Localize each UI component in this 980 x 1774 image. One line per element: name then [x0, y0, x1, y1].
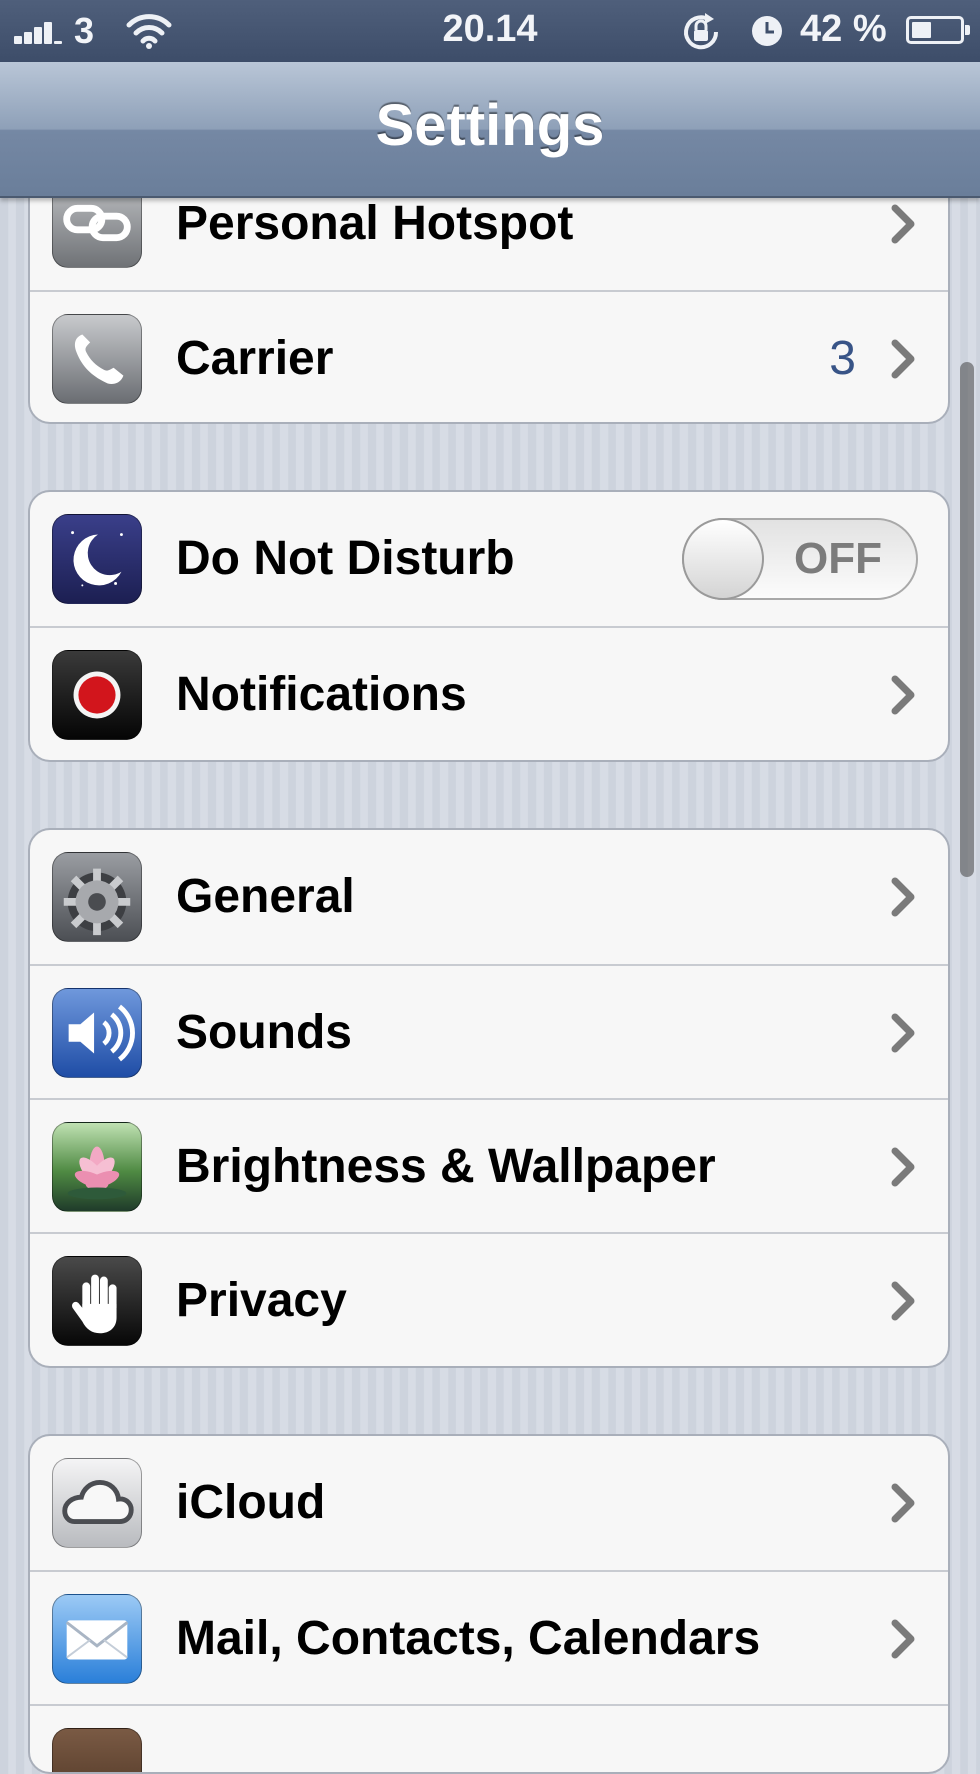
row-label-brightness-wallpaper: Brightness & Wallpaper	[176, 1140, 716, 1193]
row-general[interactable]: General	[30, 830, 948, 964]
gear-icon	[52, 852, 142, 942]
row-notifications[interactable]: Notifications	[30, 626, 948, 760]
notifications-icon	[52, 650, 142, 740]
settings-group-accounts: iCloud Mail, Contacts, Calendars	[28, 1434, 950, 1774]
flower-icon	[52, 1122, 142, 1212]
scroll-indicator[interactable]	[960, 362, 974, 877]
row-do-not-disturb: Do Not Disturb OFF	[30, 492, 948, 626]
row-sounds[interactable]: Sounds	[30, 964, 948, 1098]
row-label-carrier: Carrier	[176, 332, 334, 385]
settings-group-alerts: Do Not Disturb OFF Notifications	[28, 490, 950, 762]
row-label-do-not-disturb: Do Not Disturb	[176, 532, 515, 585]
battery-percentage: 42 %	[800, 8, 887, 50]
mail-icon	[52, 1594, 142, 1684]
battery-icon	[906, 16, 970, 44]
row-brightness-wallpaper[interactable]: Brightness & Wallpaper	[30, 1098, 948, 1232]
rotation-lock-icon	[684, 13, 719, 50]
chevron-right-icon	[891, 877, 915, 917]
moon-icon	[52, 514, 142, 604]
toggle-knob	[682, 518, 764, 600]
navigation-bar: Settings	[0, 62, 980, 198]
row-label-notifications: Notifications	[176, 668, 467, 721]
speaker-icon	[52, 988, 142, 1078]
chevron-right-icon	[891, 1619, 915, 1659]
status-bar: 3 20.14 42 %	[0, 0, 980, 62]
row-label-icloud: iCloud	[176, 1476, 326, 1529]
chevron-right-icon	[891, 1013, 915, 1053]
toggle-state-label: OFF	[794, 534, 882, 583]
battery-level-fill	[912, 22, 932, 38]
alarm-clock-icon	[752, 16, 782, 46]
do-not-disturb-toggle[interactable]: OFF	[682, 518, 918, 600]
row-label-general: General	[176, 870, 355, 923]
row-carrier[interactable]: Carrier 3	[30, 290, 948, 422]
chevron-right-icon	[891, 339, 915, 379]
page-title: Settings	[375, 93, 605, 158]
chevron-right-icon	[891, 204, 915, 244]
row-privacy[interactable]: Privacy	[30, 1232, 948, 1366]
app-icon-partial	[52, 1728, 142, 1772]
row-mail-contacts-calendars[interactable]: Mail, Contacts, Calendars	[30, 1570, 948, 1704]
hand-icon	[52, 1256, 142, 1346]
row-partial-next[interactable]	[30, 1704, 948, 1772]
row-value-carrier: 3	[829, 332, 856, 385]
row-label-mail-contacts-calendars: Mail, Contacts, Calendars	[176, 1612, 761, 1665]
cloud-icon	[52, 1458, 142, 1548]
chevron-right-icon	[891, 675, 915, 715]
row-label-privacy: Privacy	[176, 1274, 347, 1327]
chevron-right-icon	[891, 1147, 915, 1187]
row-icloud[interactable]: iCloud	[30, 1436, 948, 1570]
row-label-sounds: Sounds	[176, 1006, 352, 1059]
chevron-right-icon	[891, 1483, 915, 1523]
chevron-right-icon	[891, 1281, 915, 1321]
phone-icon	[52, 314, 142, 404]
settings-group-device: General Sounds Brightness & Wallpaper Pr…	[28, 828, 950, 1368]
